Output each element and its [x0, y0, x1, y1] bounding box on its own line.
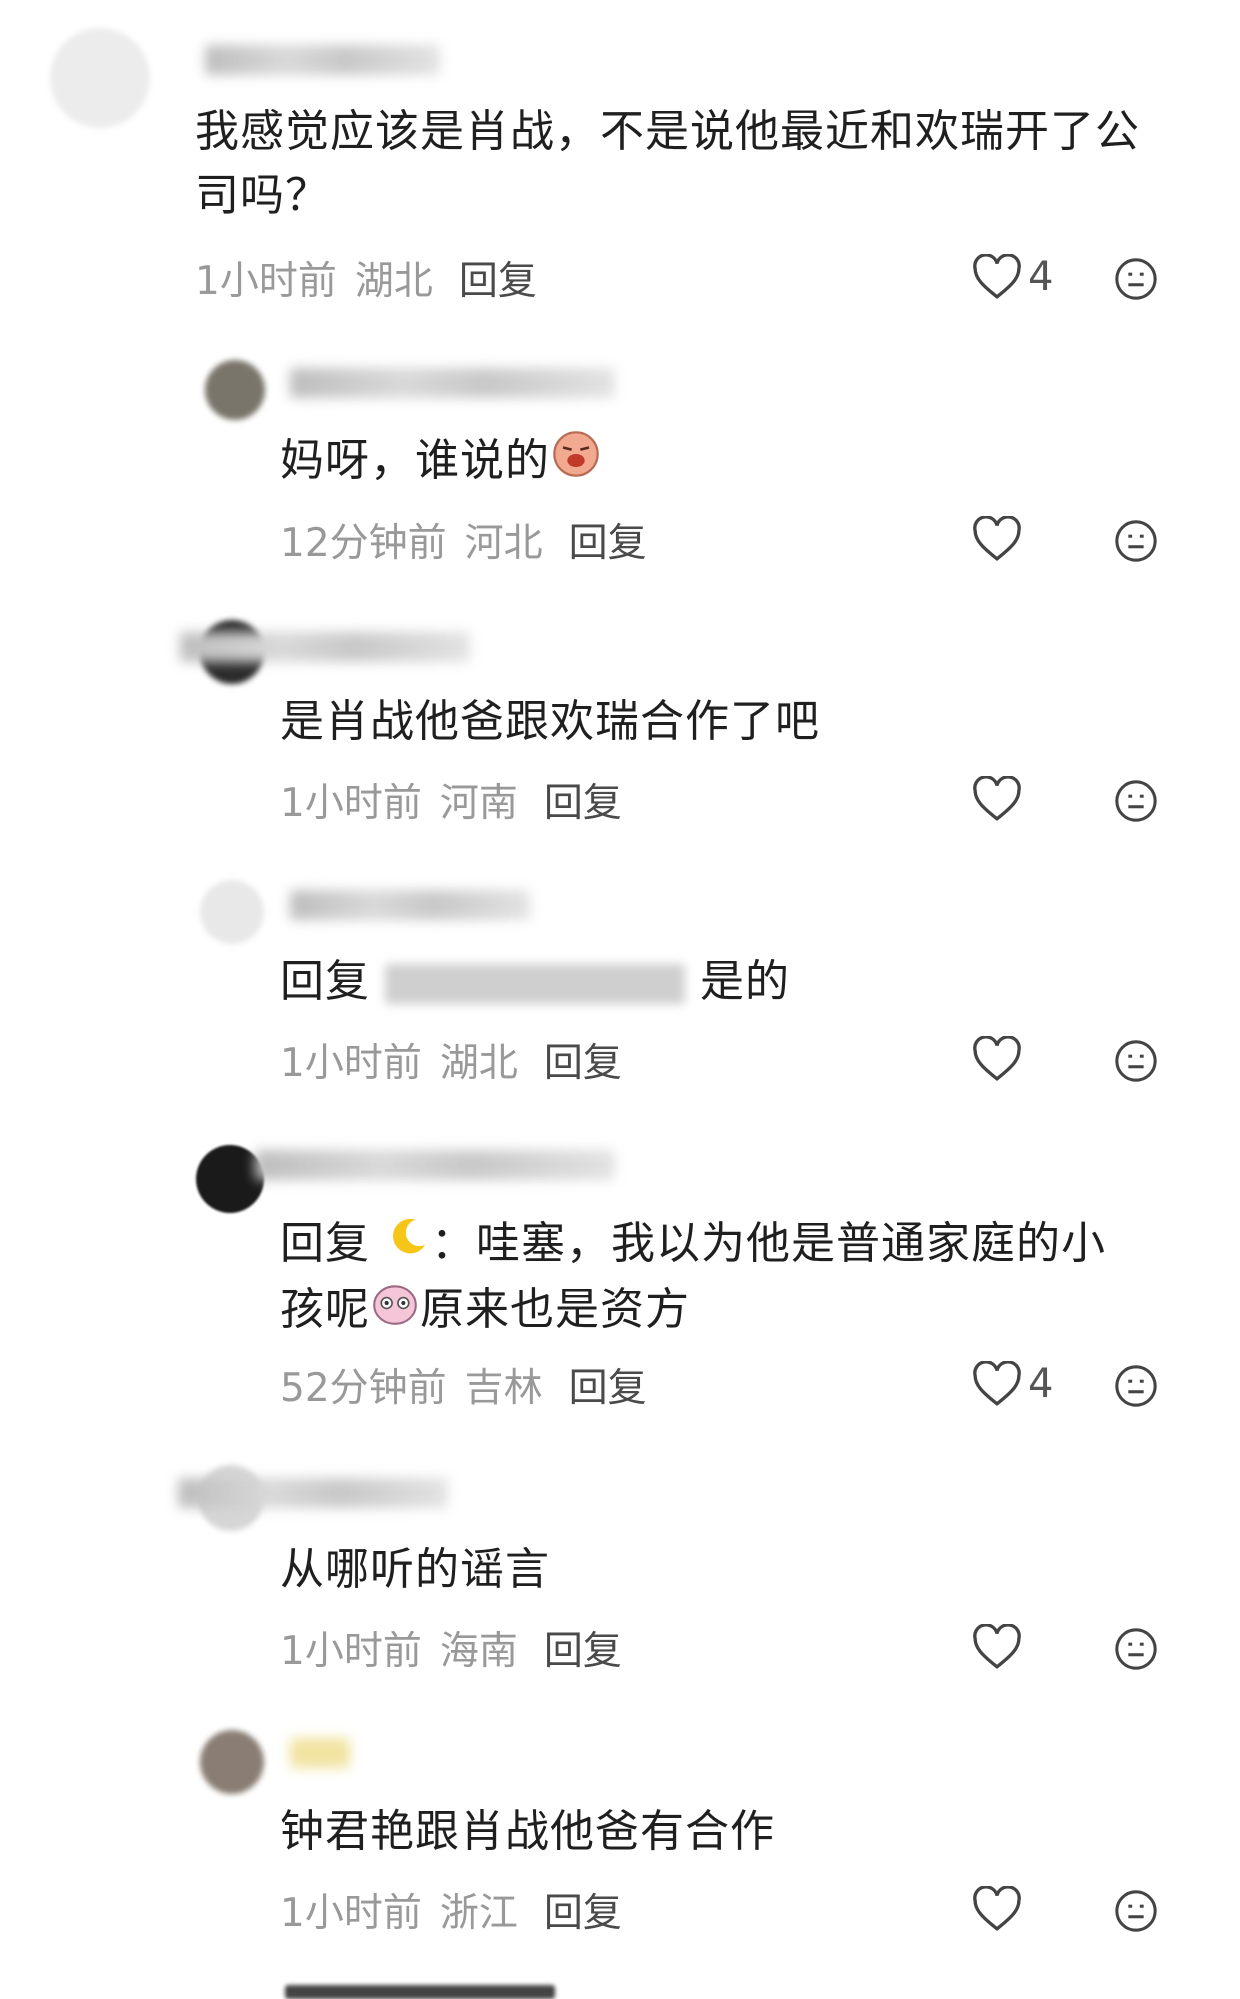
avatar[interactable] — [196, 1145, 264, 1213]
like-button[interactable] — [972, 1624, 1028, 1670]
heart-icon — [973, 776, 1021, 821]
moon-emoji — [385, 1214, 431, 1278]
cute-face-emoji — [370, 1278, 420, 1346]
avatar[interactable] — [50, 28, 150, 128]
dislike-face-icon[interactable] — [1113, 256, 1159, 302]
timestamp: 1小时前 — [195, 259, 337, 304]
like-button[interactable]: 4 — [972, 1361, 1053, 1407]
reply-button[interactable]: 回复 — [459, 259, 537, 304]
timestamp: 1小时前 — [280, 1629, 422, 1674]
timestamp: 12分钟前 — [280, 521, 447, 566]
heart-icon — [973, 1361, 1021, 1406]
comment-meta: 1小时前 海南 回复 — [280, 1620, 622, 1676]
reply-button[interactable]: 回复 — [569, 521, 647, 566]
like-count: 4 — [1028, 1361, 1054, 1407]
comment-meta: 1小时前 河南 回复 — [280, 772, 622, 828]
timestamp: 1小时前 — [280, 1891, 422, 1936]
comment-meta: 1小时前 湖北 回复 — [280, 1032, 622, 1088]
username-blurred[interactable] — [178, 1478, 448, 1508]
comment-meta: 12分钟前 河北 回复 — [280, 512, 647, 568]
comment-text: 钟君艳跟肖战他爸有合作 — [280, 1806, 775, 1857]
timestamp: 1小时前 — [280, 781, 422, 826]
reply-button[interactable]: 回复 — [544, 781, 622, 826]
username-blurred[interactable] — [290, 890, 530, 920]
location: 河南 — [439, 781, 518, 826]
username-blurred[interactable] — [255, 1150, 615, 1180]
avatar[interactable] — [200, 1730, 264, 1794]
location: 浙江 — [439, 1891, 518, 1936]
comment-text: 回复 是的 — [280, 956, 790, 1007]
comment-text: 是肖战他爸跟欢瑞合作了吧 — [280, 696, 820, 747]
like-button[interactable] — [972, 516, 1028, 562]
like-button[interactable] — [972, 1036, 1028, 1082]
location: 吉林 — [464, 1366, 543, 1411]
location: 湖北 — [354, 259, 433, 304]
reply-button[interactable]: 回复 — [569, 1366, 647, 1411]
crying-face-emoji — [550, 428, 602, 498]
like-button[interactable] — [972, 776, 1028, 822]
timestamp: 52分钟前 — [280, 1366, 447, 1411]
comment-meta: 1小时前 浙江 回复 — [280, 1882, 622, 1938]
heart-icon — [973, 254, 1021, 299]
location: 湖北 — [439, 1041, 518, 1086]
like-button[interactable] — [972, 1886, 1028, 1932]
username-blurred[interactable] — [205, 45, 440, 75]
reply-button[interactable]: 回复 — [544, 1891, 622, 1936]
timestamp: 1小时前 — [280, 1041, 422, 1086]
heart-icon — [973, 1036, 1021, 1081]
like-button[interactable]: 4 — [972, 254, 1053, 300]
dislike-face-icon[interactable] — [1113, 518, 1159, 564]
next-comment-cutoff — [285, 1985, 555, 1999]
reply-button[interactable]: 回复 — [544, 1041, 622, 1086]
mentioned-user-blurred[interactable] — [385, 964, 685, 1004]
heart-icon — [973, 516, 1021, 561]
comment-meta: 1小时前 湖北 回复 — [195, 250, 537, 306]
location: 海南 — [439, 1629, 518, 1674]
dislike-face-icon[interactable] — [1113, 778, 1159, 824]
location: 河北 — [464, 521, 543, 566]
comment-meta: 52分钟前 吉林 回复 — [280, 1357, 647, 1413]
heart-icon — [973, 1886, 1021, 1931]
dislike-face-icon[interactable] — [1113, 1626, 1159, 1672]
comment-text: 从哪听的谣言 — [280, 1544, 550, 1595]
reply-button[interactable]: 回复 — [544, 1629, 622, 1674]
like-count: 4 — [1028, 254, 1054, 300]
heart-icon — [973, 1624, 1021, 1669]
comment-text: 我感觉应该是肖战，不是说他最近和欢瑞开了公司吗？ — [195, 106, 1140, 221]
dislike-face-icon[interactable] — [1113, 1888, 1159, 1934]
username-blurred[interactable] — [290, 1738, 350, 1768]
comment-text: 回复 ：哇塞，我以为他是普通家庭的小 孩呢 原来也是资方 — [280, 1212, 1210, 1346]
username-blurred[interactable] — [290, 368, 615, 398]
username-blurred[interactable] — [180, 632, 470, 662]
dislike-face-icon[interactable] — [1113, 1363, 1159, 1409]
dislike-face-icon[interactable] — [1113, 1038, 1159, 1084]
comment-text: 妈呀，谁说的 — [280, 428, 602, 498]
avatar[interactable] — [205, 360, 265, 420]
avatar[interactable] — [200, 880, 264, 944]
